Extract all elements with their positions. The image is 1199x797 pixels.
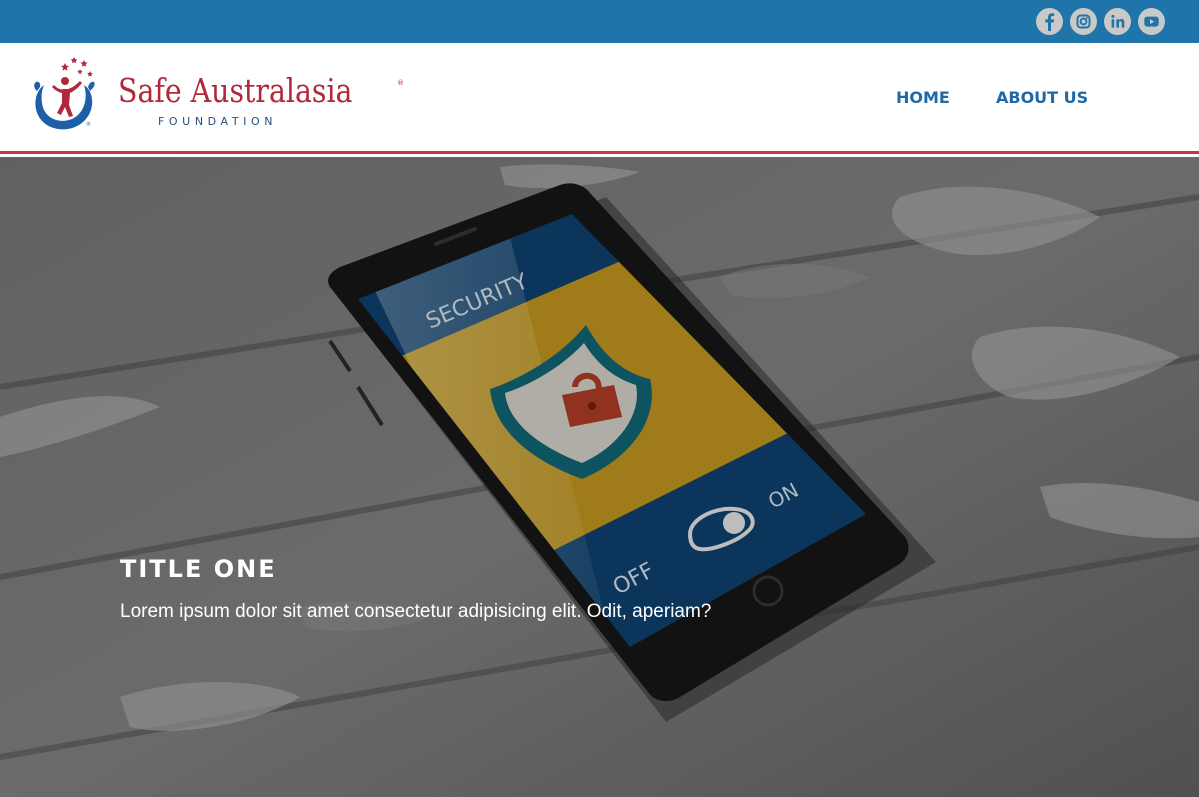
youtube-icon[interactable] [1138, 8, 1165, 35]
nav-about-us-link[interactable]: ABOUT US [996, 88, 1088, 107]
site-header: ® Safe Australasia ® FOUNDATION HOME ABO… [0, 43, 1199, 154]
instagram-icon[interactable] [1070, 8, 1097, 35]
logo-wordmark[interactable]: Safe Australasia ® FOUNDATION [118, 71, 408, 131]
hero-background-image: SECURITY OFF ON [0, 157, 1199, 797]
hero-title: TITLE ONE [120, 555, 277, 583]
hero-slide: SECURITY OFF ON TITLE ONE Lorem ipsum do… [0, 157, 1199, 797]
svg-text:®: ® [86, 121, 91, 128]
logo-registered-mark: ® [397, 79, 404, 87]
top-bar [0, 0, 1199, 43]
logo-subtitle: FOUNDATION [158, 115, 278, 128]
logo-name: Safe Australasia [118, 71, 353, 110]
logo-icon[interactable]: ® [28, 51, 100, 135]
linkedin-icon[interactable] [1104, 8, 1131, 35]
nav-home-link[interactable]: HOME [896, 88, 950, 107]
facebook-icon[interactable] [1036, 8, 1063, 35]
hero-description: Lorem ipsum dolor sit amet consectetur a… [120, 601, 712, 622]
